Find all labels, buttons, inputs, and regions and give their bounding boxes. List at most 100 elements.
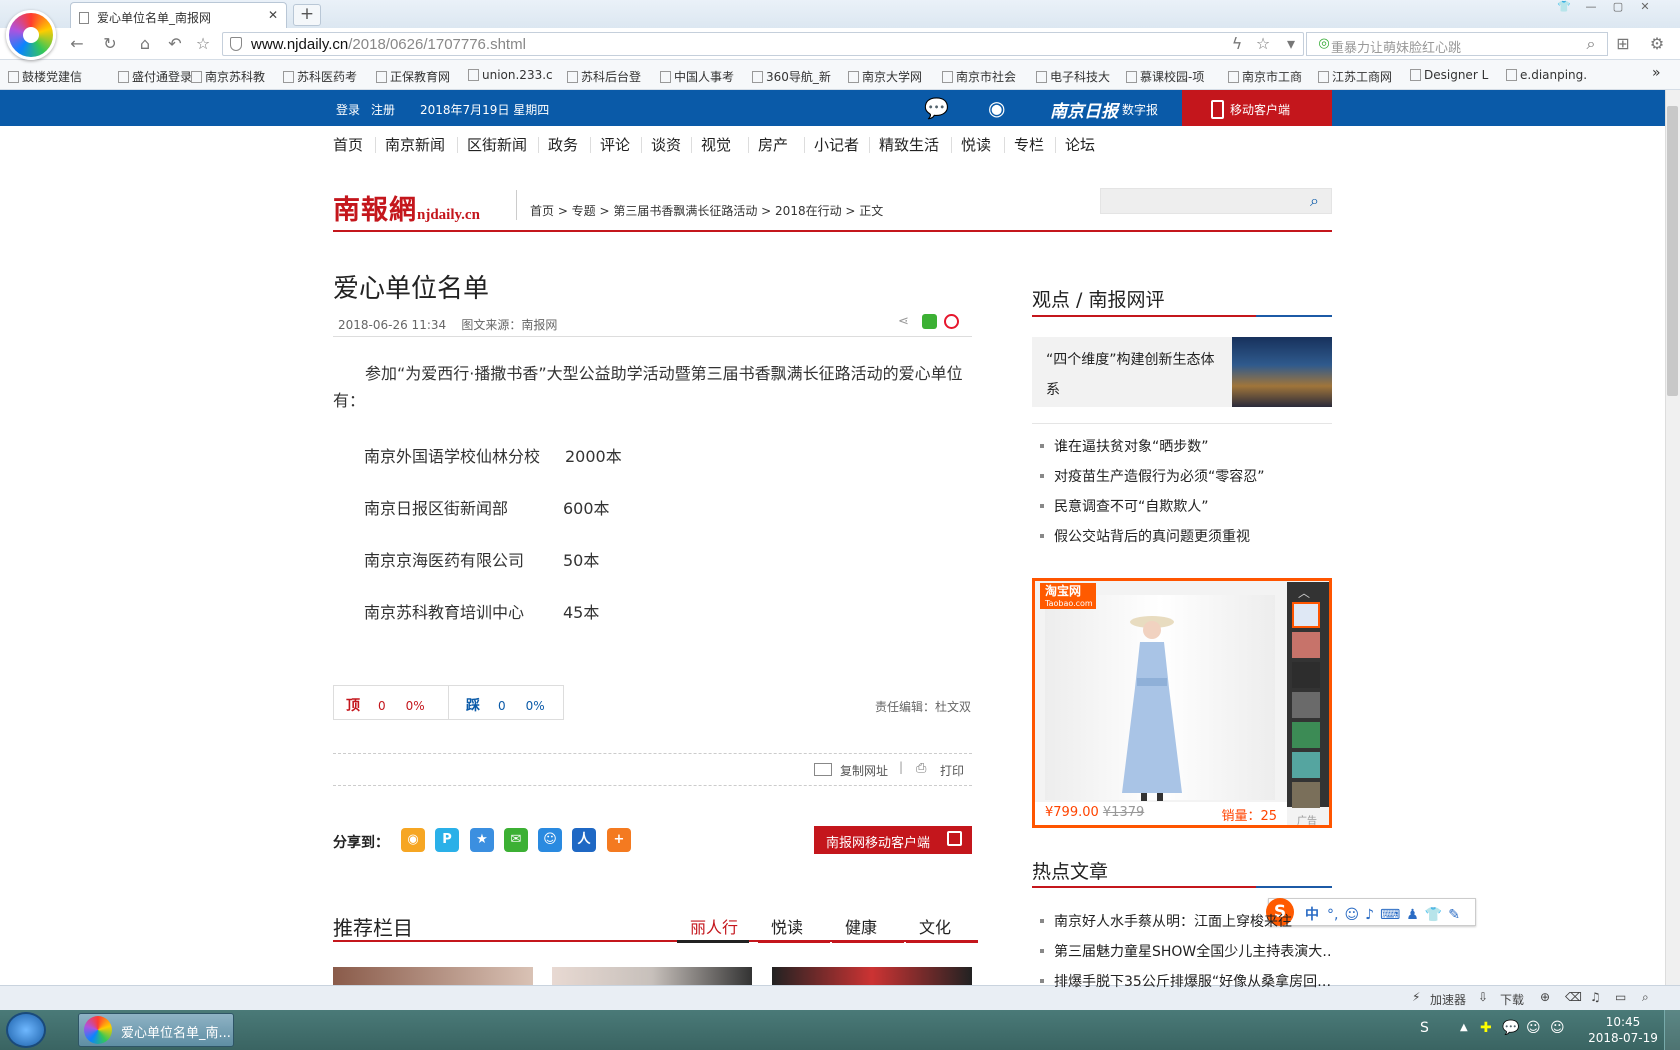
opinion-item[interactable]: 对疫苗生产造假行为必须“零容忍” bbox=[1040, 466, 1265, 486]
bookmark-item[interactable]: 中国人事考 bbox=[660, 68, 734, 85]
site-search-input[interactable] bbox=[1100, 188, 1332, 214]
screenshot-icon[interactable]: ⊕ bbox=[1540, 990, 1550, 1004]
ad-thumbnail[interactable] bbox=[1292, 662, 1320, 688]
refresh-icon[interactable]: ↻ bbox=[99, 34, 121, 54]
nav-item[interactable]: 房产 bbox=[758, 134, 788, 155]
undo-icon[interactable]: ↶ bbox=[164, 34, 186, 54]
breadcrumb[interactable]: 首页 > 专题 > 第三届书香飘满长征路活动 > 2018在行动 > 正文 bbox=[530, 202, 883, 219]
recommend-image-1[interactable] bbox=[333, 967, 533, 985]
ime-keyboard-icon[interactable]: ⌨ bbox=[1380, 907, 1400, 923]
ime-skin-icon[interactable]: 👕 bbox=[1425, 907, 1442, 923]
close-tab-icon[interactable]: ✕ bbox=[268, 8, 278, 22]
bookmark-item[interactable]: 南京大学网 bbox=[848, 68, 922, 85]
bookmark-item[interactable]: 苏科后台登 bbox=[567, 68, 641, 85]
ad-thumbnail[interactable] bbox=[1292, 632, 1320, 658]
search-icon[interactable]: ⌕ bbox=[1580, 34, 1602, 54]
bookmark-item[interactable]: 360导航_新 bbox=[752, 68, 831, 85]
opinion-section-title[interactable]: 观点 / 南报网评 bbox=[1032, 285, 1164, 312]
bookmarks-more-icon[interactable]: » bbox=[1652, 65, 1661, 81]
renren-share-button-icon[interactable]: 人 bbox=[572, 828, 596, 852]
scrollbar-thumb[interactable] bbox=[1667, 106, 1678, 396]
download-status-icon[interactable]: ⇩ bbox=[1478, 990, 1488, 1004]
browser-tab[interactable]: 爱心单位名单_南报网 ✕ bbox=[70, 2, 287, 30]
browser-search-input[interactable]: 重暴力让萌妹脸红心跳 bbox=[1306, 32, 1608, 56]
tray-wechat-icon[interactable]: 💬 bbox=[1502, 1020, 1519, 1036]
accelerator-label[interactable]: 加速器 bbox=[1430, 991, 1466, 1008]
nav-item[interactable]: 论坛 bbox=[1065, 134, 1095, 155]
tray-expand-icon[interactable]: ▲ bbox=[1460, 1022, 1468, 1033]
maximize-button[interactable]: ▢ bbox=[1607, 0, 1629, 15]
copy-url-link[interactable]: 复制网址 bbox=[840, 762, 888, 779]
browser-logo-icon[interactable] bbox=[6, 10, 56, 60]
recommend-image-2[interactable] bbox=[552, 967, 752, 985]
ad-thumbnail[interactable] bbox=[1292, 602, 1320, 628]
nav-item[interactable]: 视觉 bbox=[701, 134, 731, 155]
search-engine-icon[interactable]: ◎ bbox=[1313, 34, 1335, 54]
accelerator-icon[interactable]: ⚡ bbox=[1412, 990, 1420, 1004]
bookmark-item[interactable]: 慕课校园-项 bbox=[1126, 68, 1204, 85]
bookmark-item[interactable]: 南京市工商 bbox=[1228, 68, 1302, 85]
nav-item[interactable]: 首页 bbox=[333, 134, 363, 155]
nav-item[interactable]: 精致生活 bbox=[879, 134, 939, 155]
recommend-tab[interactable]: 悦读 bbox=[771, 914, 803, 938]
nav-item[interactable]: 区街新闻 bbox=[467, 134, 527, 155]
qq-share-button-icon[interactable]: ☺ bbox=[538, 828, 562, 852]
nav-item[interactable]: 评论 bbox=[600, 134, 630, 155]
skin-icon[interactable]: 👕 bbox=[1553, 0, 1575, 15]
ad-thumbnail[interactable] bbox=[1292, 692, 1320, 718]
recommend-tab[interactable]: 丽人行 bbox=[690, 914, 738, 938]
nav-item[interactable]: 政务 bbox=[548, 134, 578, 155]
hot-item[interactable]: 第三届魅力童星SHOW全国少儿主持表演大… bbox=[1040, 941, 1332, 961]
ad-thumbnail[interactable] bbox=[1292, 782, 1320, 808]
copy-url-icon[interactable] bbox=[814, 763, 832, 776]
mobile-client-button[interactable]: 移动客户端 bbox=[1182, 90, 1332, 126]
nav-item[interactable]: 悦读 bbox=[961, 134, 991, 155]
opinion-item[interactable]: 谁在逼扶贫对象“晒步数” bbox=[1040, 436, 1209, 456]
bookmark-item[interactable]: 正保教育网 bbox=[376, 68, 450, 85]
extensions-icon[interactable]: ⊞ bbox=[1612, 34, 1634, 54]
volume-icon[interactable]: ♫ bbox=[1590, 990, 1601, 1004]
recommend-tab[interactable]: 健康 bbox=[845, 914, 877, 938]
favorite-icon[interactable]: ☆ bbox=[192, 34, 214, 54]
download-label[interactable]: 下载 bbox=[1500, 991, 1524, 1008]
tray-qq-icon[interactable]: ☺ bbox=[1526, 1020, 1541, 1036]
bookmark-item[interactable]: 苏科医药考 bbox=[283, 68, 357, 85]
bookmark-item[interactable]: 江苏工商网 bbox=[1318, 68, 1392, 85]
tray-qq-icon-2[interactable]: ☺ bbox=[1550, 1020, 1565, 1036]
site-logo[interactable]: 南報網njdaily.cn bbox=[333, 188, 480, 227]
new-tab-button[interactable]: + bbox=[293, 4, 321, 26]
zoom-icon[interactable]: ⌕ bbox=[1642, 990, 1649, 1005]
home-icon[interactable]: ⌂ bbox=[134, 34, 156, 54]
app-download-button[interactable]: 南报网移动客户端 bbox=[814, 826, 972, 854]
dropdown-arrow-icon[interactable]: ▾ bbox=[1280, 34, 1302, 54]
weibo-share-icon[interactable] bbox=[944, 314, 959, 329]
bookmark-item[interactable]: union.233.c bbox=[468, 68, 553, 82]
bookmark-star-icon[interactable]: ☆ bbox=[1252, 34, 1274, 54]
recommend-image-3[interactable] bbox=[772, 967, 972, 985]
bookmark-item[interactable]: 盛付通登录 bbox=[118, 68, 192, 85]
ad-thumbnail[interactable] bbox=[1292, 752, 1320, 778]
taskbar-clock[interactable]: 10:45 2018-07-19 bbox=[1583, 1014, 1663, 1046]
print-link[interactable]: 打印 bbox=[940, 762, 964, 779]
opinion-item[interactable]: 假公交站背后的真问题更须重视 bbox=[1040, 526, 1250, 546]
wechat-share-button-icon[interactable]: ✉ bbox=[504, 828, 528, 852]
ad-scroll-up-icon[interactable]: ︿ bbox=[1298, 584, 1310, 601]
opinion-item[interactable]: 民意调查不可“自欺欺人” bbox=[1040, 496, 1209, 516]
start-button-icon[interactable] bbox=[6, 1012, 46, 1048]
security-shield-icon[interactable] bbox=[230, 37, 242, 51]
bookmark-item[interactable]: e.dianping. bbox=[1506, 68, 1587, 82]
ad-thumbnail[interactable] bbox=[1292, 722, 1320, 748]
share-icon[interactable]: ⋖ bbox=[898, 314, 909, 329]
wechat-icon[interactable]: 💬 bbox=[924, 96, 949, 120]
qq-space-star-icon[interactable]: ★ bbox=[470, 828, 494, 852]
sogou-tray-icon[interactable]: S bbox=[1420, 1020, 1429, 1036]
bookmark-item[interactable]: 南京市社会 bbox=[942, 68, 1016, 85]
ime-user-icon[interactable]: ♟ bbox=[1406, 907, 1419, 923]
ime-emoji-icon[interactable]: ☺ bbox=[1344, 907, 1359, 923]
tools-icon[interactable]: ⚙ bbox=[1646, 34, 1668, 54]
more-share-button-icon[interactable]: + bbox=[607, 828, 631, 852]
bookmark-item[interactable]: Designer L bbox=[1410, 68, 1488, 82]
register-link[interactable]: 注册 bbox=[371, 101, 395, 118]
hot-item[interactable]: 南京好人水手蔡从明：江面上穿梭来往 bbox=[1040, 911, 1332, 931]
nav-item[interactable]: 小记者 bbox=[814, 134, 859, 155]
